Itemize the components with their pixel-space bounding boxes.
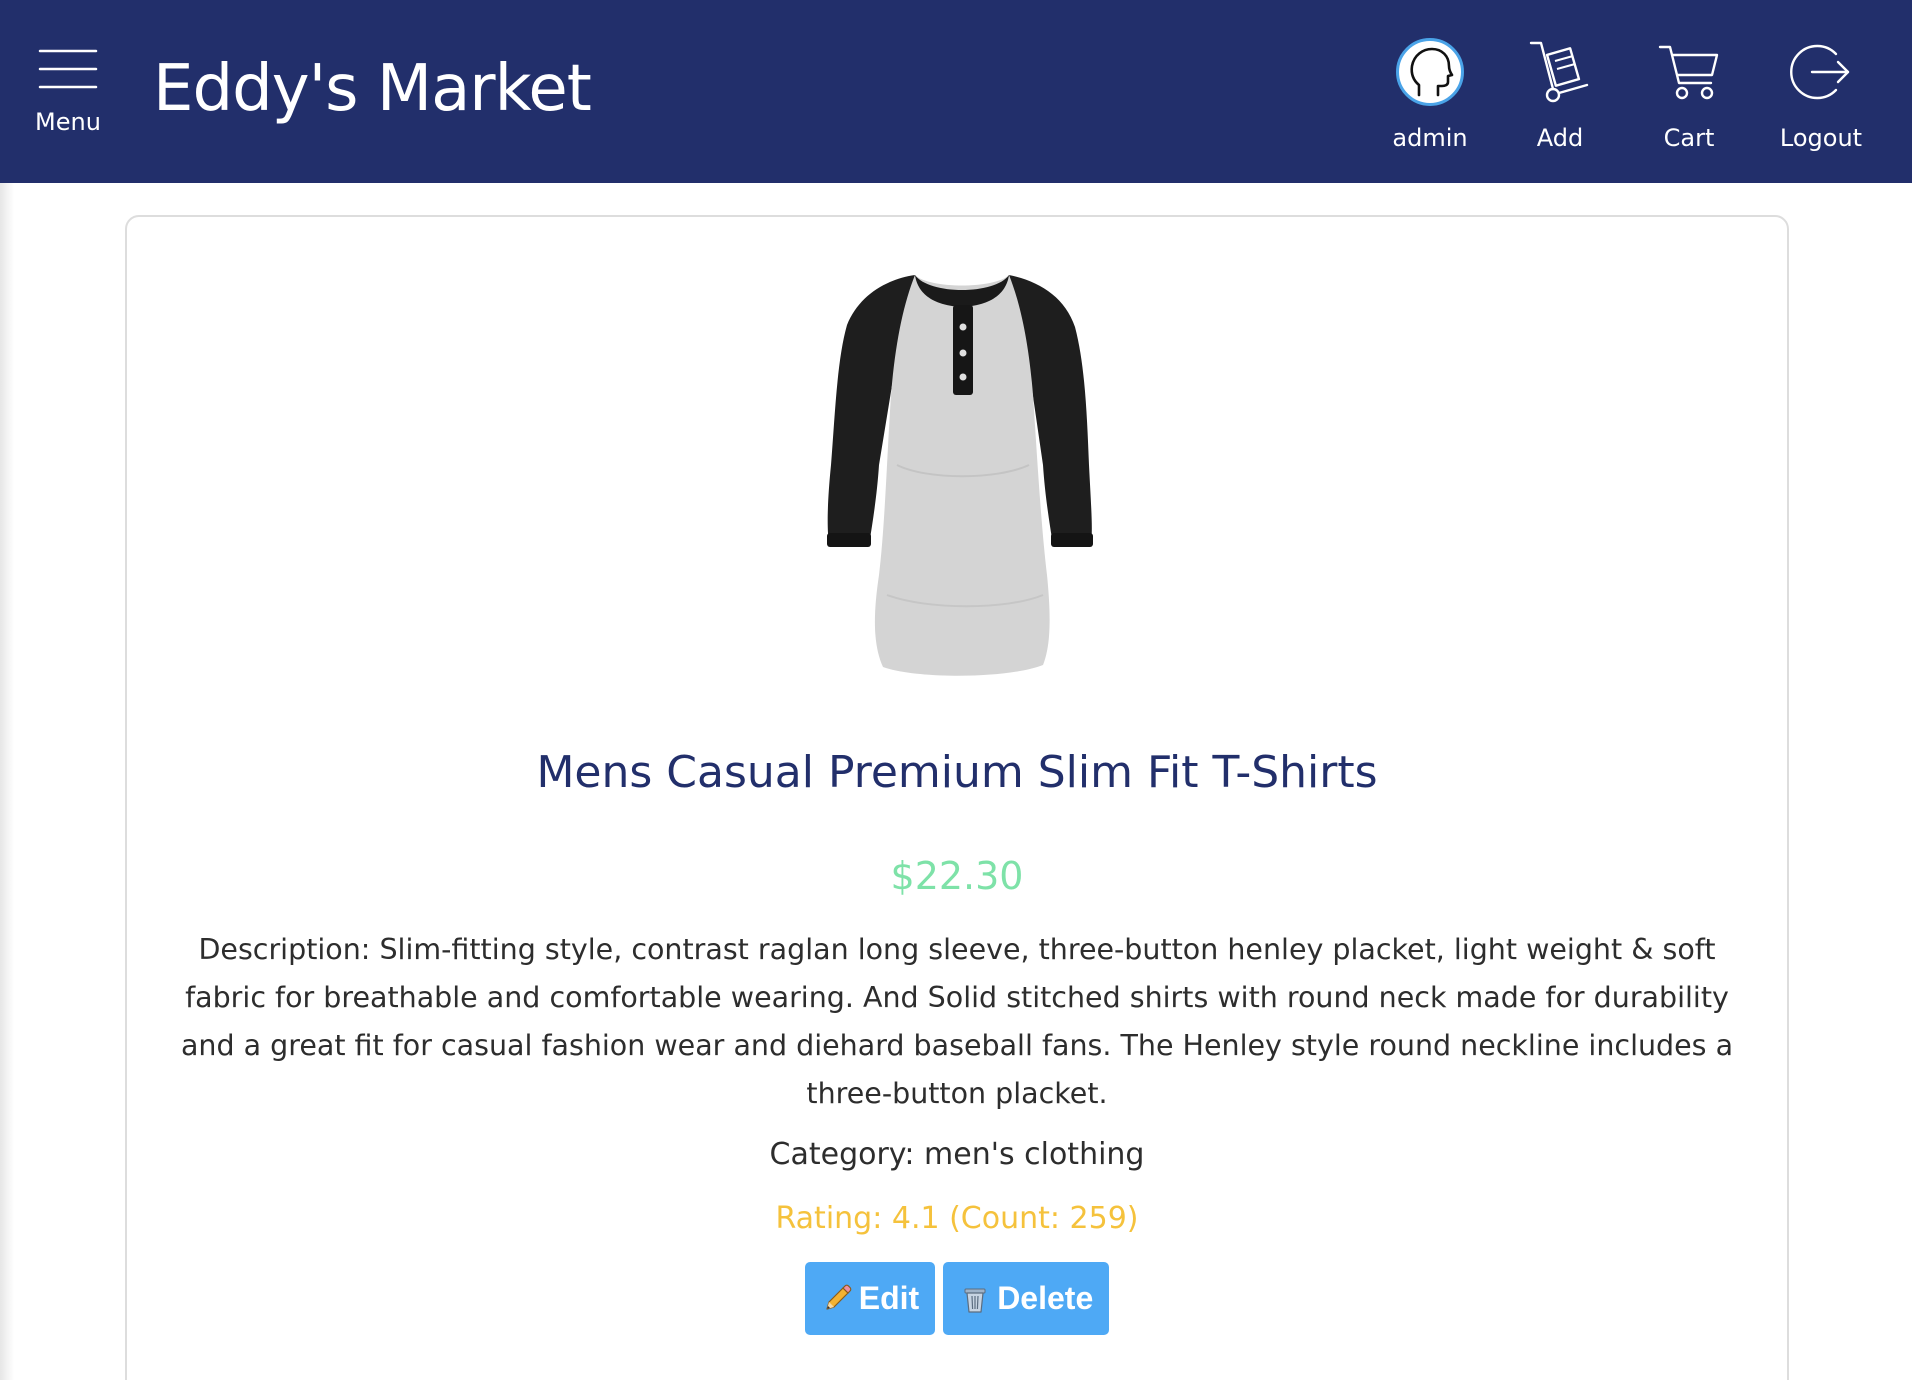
product-description: Description: Slim-fitting style, contras…	[180, 933, 1734, 1110]
product-image	[827, 275, 1093, 676]
delete-button[interactable]: Delete	[943, 1262, 1110, 1335]
product-rating: Rating: 4.1 (Count: 259)	[775, 1201, 1139, 1236]
edit-button-label: Edit	[858, 1280, 920, 1316]
nav-admin-label: admin	[1392, 124, 1468, 152]
edit-button[interactable]: Edit	[804, 1262, 936, 1335]
nav-add-label: Add	[1536, 124, 1584, 152]
hamburger-icon	[38, 49, 98, 89]
navbar: Menu Eddy's Market admin Add Cart Logout	[0, 0, 1912, 183]
product-actions: Edit Delete	[127, 1262, 1787, 1335]
shopping-cart-icon	[1658, 45, 1719, 100]
product-card: Mens Casual Premium Slim Fit T-Shirts $2…	[125, 215, 1789, 1380]
nav-admin-button[interactable]: admin	[1370, 34, 1490, 152]
product-title: Mens Casual Premium Slim Fit T-Shirts	[536, 747, 1378, 798]
product-price: $22.30	[890, 854, 1024, 898]
menu-button[interactable]: Menu	[30, 48, 106, 136]
page-edge-shadow	[0, 183, 14, 1380]
logout-icon	[1790, 44, 1850, 100]
nav-logout-label: Logout	[1779, 124, 1863, 152]
nav-cart-button[interactable]: Cart	[1629, 34, 1749, 152]
product-category: Category: men's clothing	[769, 1137, 1145, 1172]
pencil-icon	[821, 1283, 853, 1315]
delete-button-label: Delete	[997, 1280, 1094, 1316]
brand-title[interactable]: Eddy's Market	[153, 52, 592, 126]
user-avatar-icon	[1410, 47, 1454, 97]
nav-logout-button[interactable]: Logout	[1761, 34, 1881, 152]
nav-cart-label: Cart	[1663, 124, 1715, 152]
trash-icon	[959, 1283, 991, 1315]
menu-label: Menu	[35, 108, 101, 136]
nav-add-button[interactable]: Add	[1500, 34, 1620, 152]
hand-truck-icon	[1529, 41, 1589, 103]
avatar	[1396, 38, 1464, 106]
